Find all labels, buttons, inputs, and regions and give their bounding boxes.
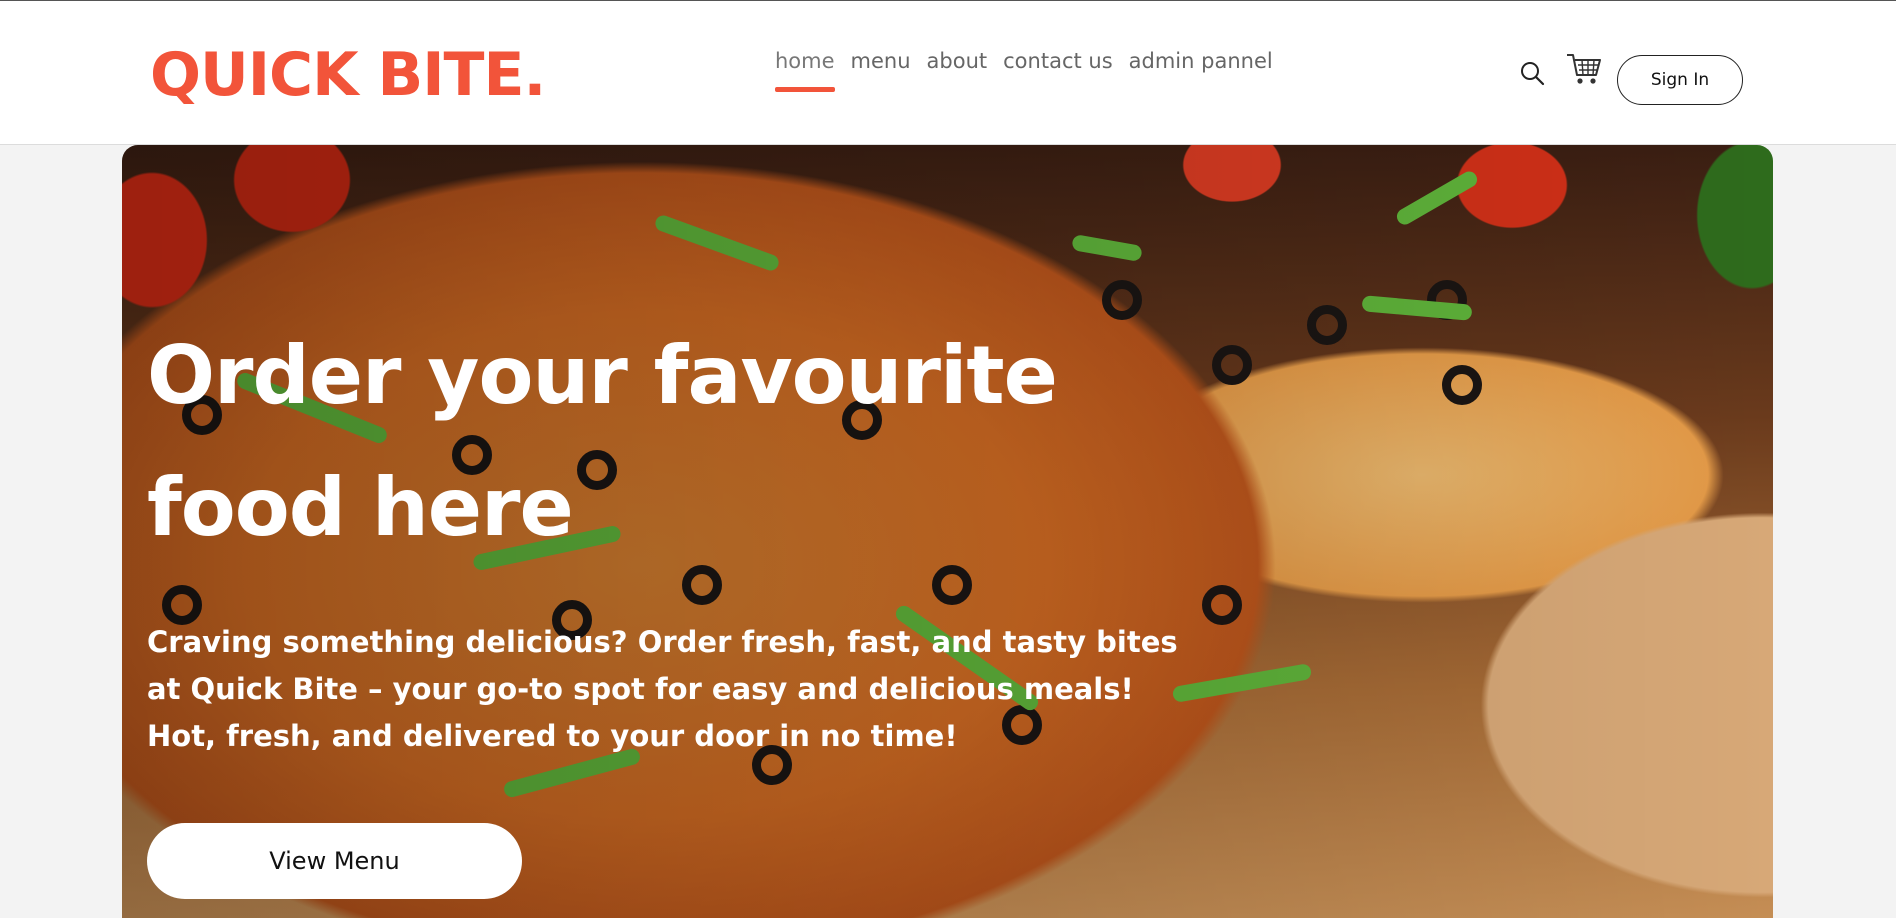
sign-in-button[interactable]: Sign In	[1617, 55, 1743, 105]
nav-item-home[interactable]: home	[775, 49, 835, 92]
main-nav: home menu about contact us admin pannel	[775, 49, 1273, 92]
hero-banner: Order your favourite food here Craving s…	[122, 145, 1773, 918]
nav-item-admin-pannel[interactable]: admin pannel	[1129, 49, 1273, 79]
cart-icon[interactable]	[1564, 49, 1604, 89]
nav-item-menu[interactable]: menu	[851, 49, 911, 79]
brand-logo[interactable]: QUICK BITE.	[150, 39, 546, 111]
search-icon[interactable]	[1518, 59, 1548, 89]
hero-title: Order your favourite food here	[147, 329, 1058, 554]
nav-item-about[interactable]: about	[927, 49, 988, 79]
view-menu-button[interactable]: View Menu	[147, 823, 522, 899]
nav-item-contact-us[interactable]: contact us	[1003, 49, 1113, 79]
navbar: QUICK BITE. home menu about contact us a…	[0, 1, 1896, 145]
hero-subtitle: Craving something delicious? Order fresh…	[147, 625, 1178, 753]
